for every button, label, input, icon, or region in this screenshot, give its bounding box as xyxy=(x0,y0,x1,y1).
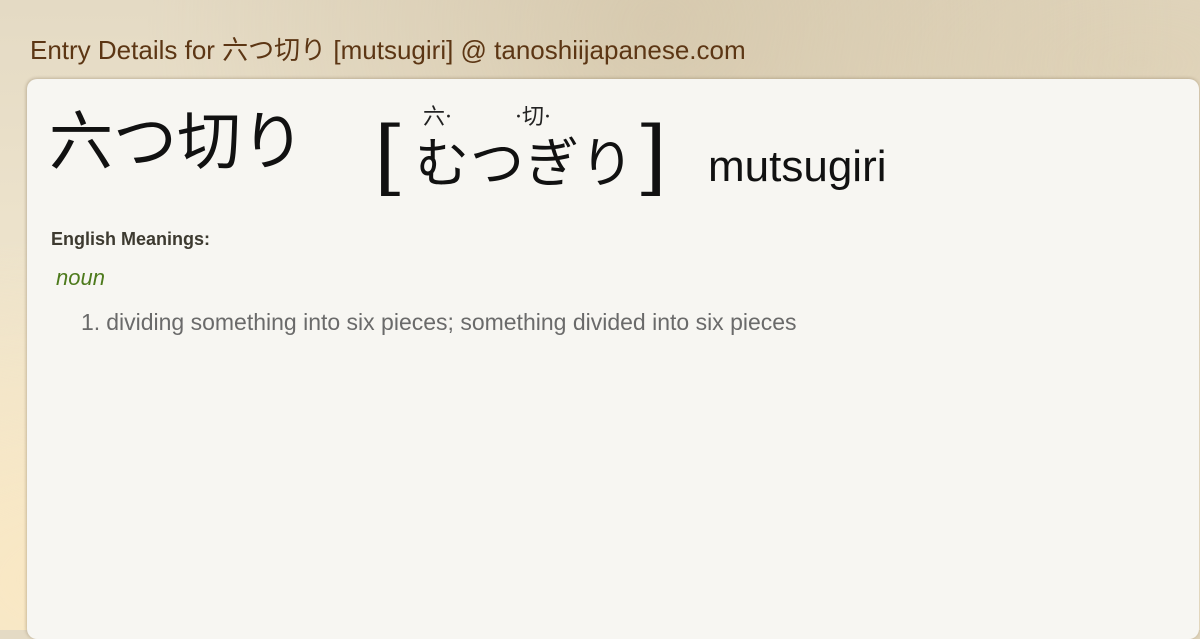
furigana-2: ·切· xyxy=(515,105,551,130)
page-title: Entry Details for 六つ切り [mutsugiri] @ tan… xyxy=(30,35,746,65)
furigana-1: 六· xyxy=(423,105,452,130)
sense-text: dividing something into six pieces; some… xyxy=(106,309,797,335)
entry-kana-reading: むつぎり xyxy=(415,132,635,195)
entry-kanji: 六つ切り xyxy=(49,106,305,180)
meanings-heading: English Meanings: xyxy=(51,229,211,249)
part-of-speech: noun xyxy=(56,265,105,290)
reading-bracket-close: ] xyxy=(635,110,667,205)
entry-romaji: mutsugiri xyxy=(708,142,887,191)
entry-card: 六つ切り [ 六· ·切· むつぎり ] mutsugiri English M… xyxy=(27,79,1199,639)
reading-bracket-open: [ xyxy=(374,110,406,205)
sense-number: 1. xyxy=(81,309,101,335)
reading-block: 六· ·切· むつぎり xyxy=(415,107,635,217)
sense-item: 1. dividing something into six pieces; so… xyxy=(81,309,797,336)
